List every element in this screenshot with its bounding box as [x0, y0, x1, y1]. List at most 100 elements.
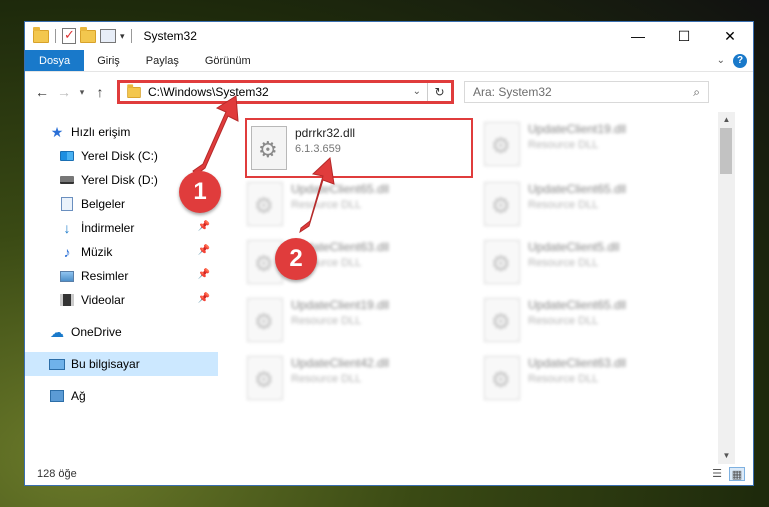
refresh-icon[interactable]: ↻	[427, 83, 451, 101]
file-item[interactable]: UpdateClient19.dll Resource DLL	[243, 294, 473, 346]
tab-paylas[interactable]: Paylaş	[133, 50, 192, 71]
sidebar-item-label: Videolar	[81, 293, 125, 307]
dll-file-icon	[247, 356, 283, 400]
file-item[interactable]: UpdateClient19.dll Resource DLL	[480, 118, 710, 170]
sidebar-item-videos[interactable]: Videolar 📌	[25, 288, 218, 312]
sidebar-item-label: Hızlı erişim	[71, 125, 131, 139]
pin-icon[interactable]: 📌	[198, 293, 210, 304]
drive-c-icon	[59, 149, 75, 163]
back-arrow-icon[interactable]: ←	[31, 84, 53, 100]
sidebar-item-label: Ağ	[71, 389, 86, 403]
customize-toolbar-icon[interactable]: ▾	[120, 31, 125, 42]
details-view-icon[interactable]: ☰	[709, 467, 725, 481]
file-desc: Resource DLL	[528, 139, 599, 151]
dll-file-icon	[247, 182, 283, 226]
file-name: UpdateClient5.dll	[528, 240, 620, 254]
scroll-down-icon[interactable]: ▼	[718, 448, 735, 464]
vertical-scrollbar[interactable]: ▲ ▼	[718, 112, 735, 464]
onedrive-icon: ☁	[50, 323, 64, 340]
tab-gorunum[interactable]: Görünüm	[192, 50, 264, 71]
recent-locations-icon[interactable]: ▾	[75, 87, 89, 98]
sidebar-item-label: İndirmeler	[81, 221, 135, 235]
navigation-bar: ← → ▾ ↑ C:\Windows\System32 ⌄ ↻ Ara: Sys…	[25, 72, 753, 112]
ribbon-right: ⌄ ?	[717, 50, 753, 71]
file-name: UpdateClient19.dll	[528, 122, 627, 136]
properties-check-icon[interactable]	[62, 27, 76, 44]
tab-dosya[interactable]: Dosya	[25, 50, 85, 71]
sidebar-item-label: Belgeler	[81, 197, 126, 211]
help-icon[interactable]: ?	[733, 53, 747, 68]
divider	[130, 29, 132, 43]
file-item[interactable]: UpdateClient65.dll Resource DLL	[480, 178, 710, 230]
dll-file-icon	[484, 240, 520, 284]
sidebar-item-music[interactable]: ♪ Müzik 📌	[25, 240, 218, 264]
sidebar-item-label: Resimler	[81, 269, 129, 283]
sidebar-item-onedrive[interactable]: ☁ OneDrive	[25, 320, 218, 344]
file-version: 6.1.3.659	[295, 143, 341, 155]
file-name: UpdateClient65.dll	[528, 298, 627, 312]
navigation-pane: ★ Hızlı erişim Yerel Disk (C:) Yerel Dis…	[25, 112, 218, 464]
file-item-pdrrkr32[interactable]: pdrrkr32.dll 6.1.3.659	[245, 118, 473, 178]
file-item[interactable]: UpdateClient65.dll Resource DLL	[480, 294, 710, 346]
title-bar: ▾ System32 — ☐ ✕	[25, 22, 753, 50]
sidebar-item-this-pc[interactable]: Bu bilgisayar	[25, 352, 218, 376]
sidebar-item-downloads[interactable]: ↓ İndirmeler 📌	[25, 216, 218, 240]
properties-icon[interactable]	[100, 29, 116, 43]
minimize-button[interactable]: —	[615, 22, 661, 50]
sidebar-item-drive-c[interactable]: Yerel Disk (C:)	[25, 144, 218, 168]
file-item[interactable]: UpdateClient42.dll Resource DLL	[243, 352, 473, 404]
scrollbar-thumb[interactable]	[720, 128, 732, 174]
sidebar-item-pictures[interactable]: Resimler 📌	[25, 264, 218, 288]
videos-icon	[59, 293, 75, 307]
search-box[interactable]: Ara: System32 ⌕	[464, 81, 709, 103]
tab-giris[interactable]: Giriş	[84, 50, 133, 71]
file-item[interactable]: UpdateClient63.dll Resource DLL	[480, 352, 710, 404]
dll-file-icon	[251, 126, 287, 170]
search-icon[interactable]: ⌕	[693, 85, 700, 100]
expand-ribbon-icon[interactable]: ⌄	[717, 55, 725, 66]
window-title: System32	[143, 29, 197, 43]
up-arrow-icon[interactable]: ↑	[89, 84, 111, 100]
sidebar-item-network[interactable]: Ağ	[25, 384, 218, 408]
address-dropdown-icon[interactable]: ⌄	[413, 86, 421, 97]
item-count: 128 öğe	[37, 468, 77, 480]
quick-access-toolbar: ▾	[25, 26, 134, 44]
address-path[interactable]: C:\Windows\System32	[148, 85, 269, 99]
drive-d-icon	[59, 173, 75, 187]
file-desc: Resource DLL	[291, 199, 362, 211]
downloads-icon: ↓	[63, 220, 71, 236]
file-item[interactable]: UpdateClient5.dll Resource DLL	[480, 236, 710, 288]
sidebar-item-quick-access[interactable]: ★ Hızlı erişim	[25, 120, 218, 144]
scroll-up-icon[interactable]: ▲	[718, 112, 735, 128]
file-desc: Resource DLL	[528, 257, 599, 269]
pin-icon[interactable]: 📌	[198, 269, 210, 280]
tiles-view-icon[interactable]: ▦	[729, 467, 745, 481]
maximize-button[interactable]: ☐	[661, 22, 707, 50]
forward-arrow-icon[interactable]: →	[53, 84, 75, 100]
pin-icon[interactable]: 📌	[198, 245, 210, 256]
dll-file-icon	[484, 356, 520, 400]
file-desc: Resource DLL	[528, 199, 599, 211]
file-list: pdrrkr32.dll 6.1.3.659 UpdateClient19.dl…	[218, 112, 735, 464]
folder-icon	[33, 26, 49, 43]
close-button[interactable]: ✕	[707, 22, 753, 50]
sidebar-item-label: Yerel Disk (D:)	[81, 173, 158, 187]
dll-file-icon	[247, 298, 283, 342]
pictures-icon	[59, 269, 75, 283]
star-icon: ★	[50, 123, 64, 140]
window-controls: — ☐ ✕	[615, 22, 753, 50]
folder-icon	[127, 83, 141, 98]
address-bar[interactable]: C:\Windows\System32 ⌄ ↻	[117, 80, 454, 104]
search-input[interactable]: Ara: System32	[473, 85, 552, 99]
pin-icon[interactable]: 📌	[198, 221, 210, 232]
new-folder-icon[interactable]	[80, 26, 96, 43]
documents-icon	[59, 197, 75, 211]
sidebar-item-label: Müzik	[81, 245, 113, 259]
sidebar-item-label: OneDrive	[71, 325, 122, 339]
file-name: UpdateClient63.dll	[528, 356, 627, 370]
file-item[interactable]: UpdateClient65.dll Resource DLL	[243, 178, 473, 230]
file-explorer-window: ▾ System32 — ☐ ✕ Dosya Giriş Paylaş Görü…	[24, 21, 754, 486]
ribbon-tabs: Dosya Giriş Paylaş Görünüm ⌄ ?	[25, 50, 753, 72]
